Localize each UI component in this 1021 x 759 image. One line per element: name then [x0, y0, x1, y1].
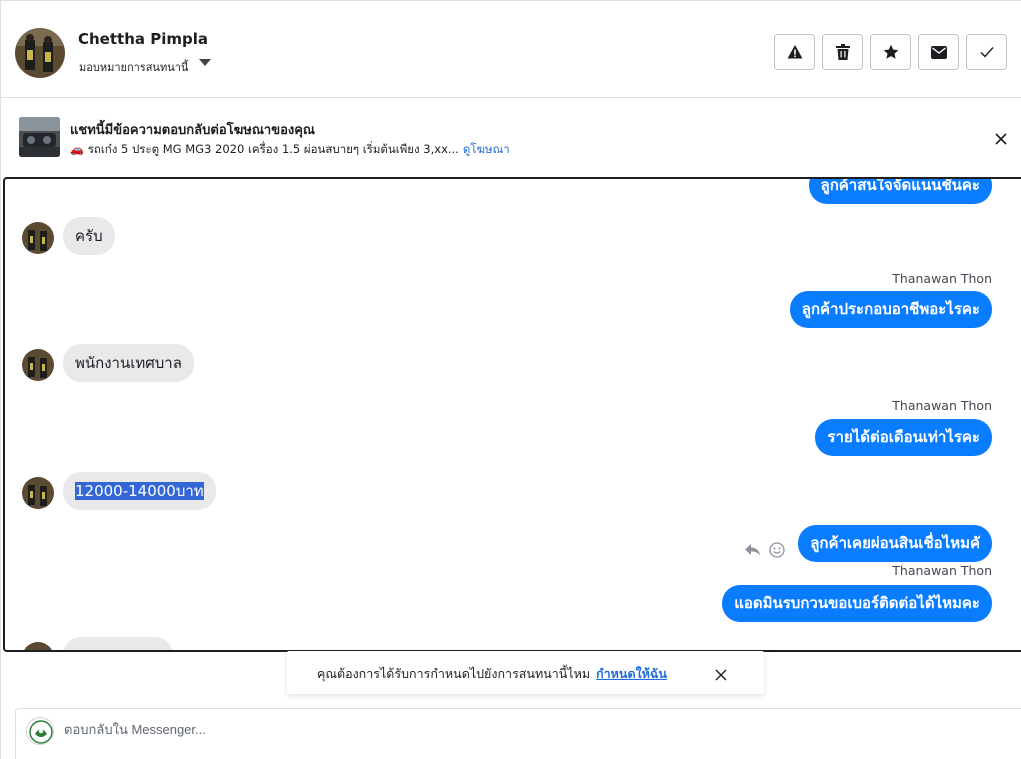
conversation-header: Chettha Pimpla มอบหมายการสนทนานี้	[1, 0, 1021, 98]
contact-avatar[interactable]	[15, 28, 65, 78]
car-icon: 🚗	[70, 143, 84, 156]
message-hover-actions	[745, 542, 785, 558]
check-icon	[980, 47, 994, 58]
message-bubble-outgoing[interactable]: ลูกค้าประกอบอาชีพอะไรคะ	[789, 291, 992, 328]
message-bubble-incoming[interactable]	[63, 637, 173, 650]
close-toast-icon[interactable]	[715, 666, 727, 681]
message-bubble-outgoing[interactable]: ลูกค้าสนใจจัดแนนชันคะ	[808, 179, 992, 204]
message-bubble-incoming[interactable]: ครับ	[63, 217, 115, 255]
assign-to-me-link[interactable]: กำหนดให้ฉัน	[596, 666, 667, 681]
star-icon	[883, 44, 898, 59]
assign-reminder-text: คุณต้องการได้รับการกำหนดไปยังการสนทนานี้…	[317, 666, 591, 681]
message-bubble-outgoing[interactable]: รายได้ต่อเดือนเท่าไรคะ	[815, 419, 992, 456]
star-button[interactable]	[870, 34, 911, 70]
reply-icon[interactable]	[745, 544, 761, 556]
envelope-icon	[930, 45, 947, 59]
contact-message-avatar	[22, 642, 54, 650]
sender-name: Thanawan Thon	[892, 563, 992, 578]
reply-input[interactable]	[64, 722, 664, 737]
assign-reminder-row: คุณต้องการได้รับการกำหนดไปยังการสนทนานี้…	[317, 664, 667, 684]
warning-icon	[787, 45, 802, 59]
trash-icon	[835, 44, 850, 60]
delete-button[interactable]	[822, 34, 863, 70]
contact-message-avatar	[22, 222, 54, 254]
ad-description: รถเก๋ง 5 ประตู MG MG3 2020 เครื่อง 1.5 ผ…	[87, 142, 459, 156]
react-emoji-icon[interactable]	[769, 542, 785, 558]
ad-banner-title: แชทนี้มีข้อความตอบกลับต่อโฆษณาของคุณ	[70, 123, 315, 138]
selected-message-text[interactable]: 12000-14000บาท	[75, 482, 204, 500]
view-ad-link[interactable]: ดูโฆษณา	[463, 142, 510, 156]
assign-dropdown-caret-icon[interactable]	[199, 59, 211, 66]
message-bubble-incoming[interactable]: พนักงานเทศบาล	[63, 344, 194, 382]
message-bubble-outgoing[interactable]: ลูกค้าเคยผ่อนสินเชื่อไหมคั	[798, 525, 992, 562]
sender-name: Thanawan Thon	[892, 271, 992, 286]
report-spam-button[interactable]	[774, 34, 815, 70]
assign-conversation-label[interactable]: มอบหมายการสนทนานี้	[79, 58, 188, 76]
conversation-panel: Chettha Pimpla มอบหมายการสนทนานี้ แชทนี้…	[0, 0, 1021, 759]
contact-name[interactable]: Chettha Pimpla	[78, 30, 208, 48]
ad-reply-banner: แชทนี้มีข้อความตอบกลับต่อโฆษณาของคุณ 🚗 รถ…	[1, 98, 1021, 177]
assign-reminder-toast: คุณต้องการได้รับการกำหนดไปยังการสนทนานี้…	[287, 651, 764, 694]
reply-composer	[15, 708, 1021, 759]
mark-done-button[interactable]	[966, 34, 1007, 70]
ad-description-row: 🚗 รถเก๋ง 5 ประตู MG MG3 2020 เครื่อง 1.5 …	[70, 141, 510, 159]
message-bubble-incoming[interactable]: 12000-14000บาท	[63, 472, 216, 510]
close-banner-icon[interactable]	[994, 131, 1008, 145]
message-bubble-outgoing[interactable]: แอดมินรบกวนขอเบอร์ติดต่อได้ไหมคะ	[722, 585, 992, 622]
page-avatar	[26, 717, 54, 745]
ad-thumbnail[interactable]	[19, 117, 60, 157]
message-thread[interactable]: ลูกค้าสนใจจัดแนนชันคะ ครับ Thanawan Thon…	[3, 177, 1021, 652]
contact-message-avatar	[22, 477, 54, 509]
sender-name: Thanawan Thon	[892, 398, 992, 413]
mark-unread-button[interactable]	[918, 34, 959, 70]
contact-message-avatar	[22, 349, 54, 381]
